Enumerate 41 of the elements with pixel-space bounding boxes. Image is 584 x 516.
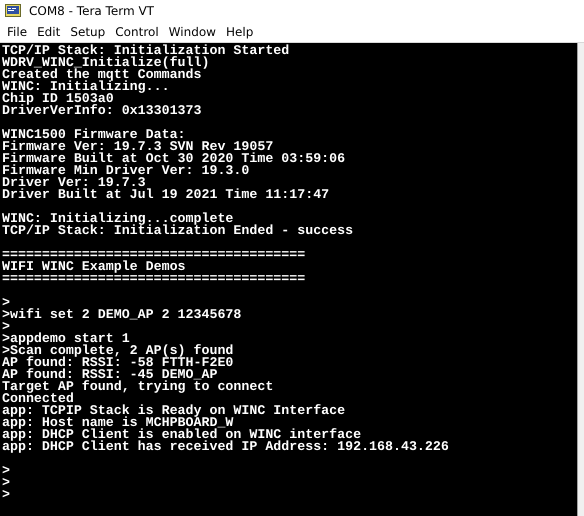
- terminal-line: Created the mqtt Commands: [2, 69, 202, 81]
- terminal-line: >: [2, 321, 10, 333]
- terminal-line: >wifi set 2 DEMO_AP 2 12345678: [2, 309, 242, 321]
- terminal-line: app: DHCP Client has received IP Address: 192.168.43.226: [2, 441, 449, 453]
- terminal-line: Target AP found, trying to connect: [2, 381, 274, 393]
- terminal-line: Connected: [2, 393, 74, 405]
- terminal-line: >appdemo start 1: [2, 333, 130, 345]
- terminal-line: Driver Ver: 19.7.3: [2, 177, 146, 189]
- menu-item[interactable]: File: [4, 25, 34, 39]
- terminal-line: TCP/IP Stack: Initialization Ended - success: [2, 225, 354, 237]
- terminal-line: DriverVerInfo: 0x13301373: [2, 105, 202, 117]
- terminal-line: WIFI WINC Example Demos: [2, 261, 186, 273]
- menu-item[interactable]: Setup: [67, 25, 112, 39]
- terminal-line: Firmware Built at Oct 30 2020 Time 03:59:06: [2, 153, 346, 165]
- terminal-line: AP found: RSSI: -45 DEMO_AP: [2, 369, 218, 381]
- terminal-line: >: [2, 297, 10, 309]
- terminal-line: >Scan complete, 2 AP(s) found: [2, 345, 234, 357]
- terminal-line: WINC: Initializing...: [2, 81, 170, 93]
- terminal-line: ======================================: [2, 273, 306, 285]
- terminal-line: ======================================: [2, 249, 306, 261]
- terminal-line: app: DHCP Client is enabled on WINC interface: [2, 429, 362, 441]
- terminal-line: >: [2, 489, 10, 501]
- terminal-line: Chip ID 1503a0: [2, 93, 114, 105]
- menu-item[interactable]: Window: [166, 25, 222, 39]
- menu-item[interactable]: Help: [223, 25, 260, 39]
- terminal-line: app: Host name is MCHPBOARD_W: [2, 417, 234, 429]
- menu-item[interactable]: Edit: [34, 25, 66, 39]
- window-title: COM8 - Tera Term VT: [29, 4, 154, 18]
- terminal-line: >: [2, 465, 10, 477]
- terminal-line: WINC1500 Firmware Data:: [2, 129, 186, 141]
- menu-item[interactable]: Control: [112, 25, 165, 39]
- terminal-line: WDRV_WINC_Initialize(full): [2, 57, 210, 69]
- terminal-line: Firmware Min Driver Ver: 19.3.0: [2, 165, 250, 177]
- terminal-line: AP found: RSSI: -58 FTTH-F2E0: [2, 357, 234, 369]
- terminal-line: TCP/IP Stack: Initialization Started: [2, 45, 290, 57]
- terminal-line: >: [2, 477, 10, 489]
- app-icon: [5, 4, 21, 18]
- terminal-line: app: TCPIP Stack is Ready on WINC Interface: [2, 405, 346, 417]
- terminal-line: Firmware Ver: 19.7.3 SVN Rev 19057: [2, 141, 274, 153]
- terminal-line: WINC: Initializing...complete: [2, 213, 234, 225]
- terminal-line: Driver Built at Jul 19 2021 Time 11:17:47: [2, 189, 330, 201]
